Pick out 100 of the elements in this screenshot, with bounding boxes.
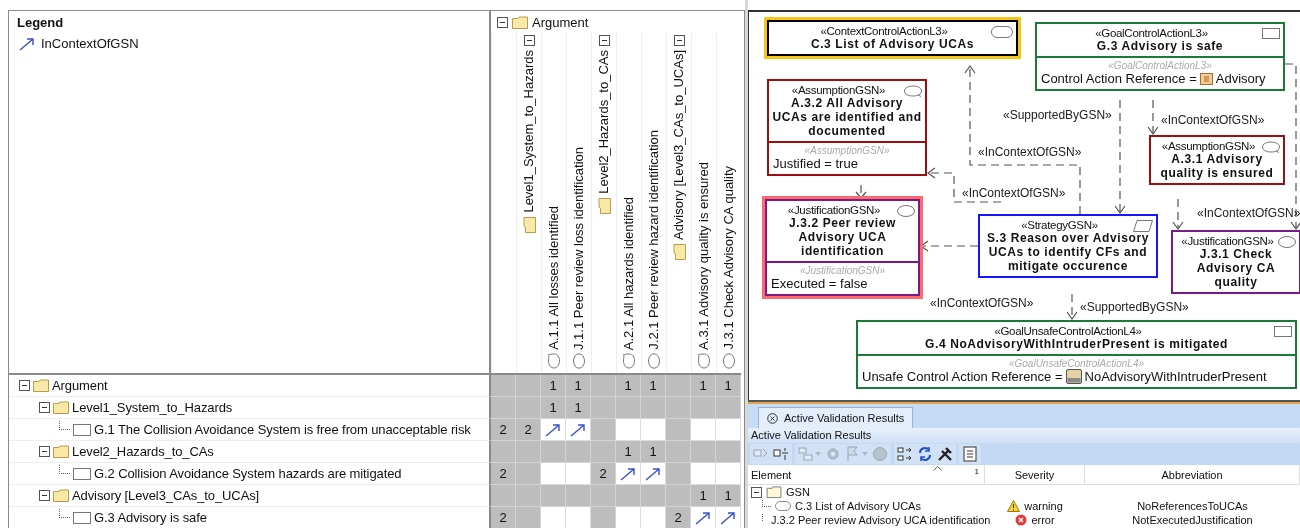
row-header: G.1 The Collision Avoidance System is free from unacceptable risk: [94, 422, 471, 437]
matrix-cell: 1: [716, 485, 741, 507]
gear-icon: [825, 446, 841, 463]
collapse-toggle[interactable]: [523, 35, 535, 46]
matrix-cell: 1: [691, 485, 716, 507]
connector-label: «InContextOfGSN»: [978, 145, 1082, 159]
column-header: J.3.1 Check Advisory CA quality: [721, 166, 737, 350]
node-stereotype: «JustificationGSN»: [786, 204, 882, 216]
matrix-cell: 1: [641, 441, 666, 463]
collapse-toggle[interactable]: [39, 490, 50, 501]
speech-bubble-icon: [1262, 141, 1280, 153]
ellipse-icon: [573, 353, 585, 369]
speech-bubble-icon: [698, 353, 710, 369]
diagonal-arrow-icon: [695, 510, 711, 525]
abbreviation-cell: NoReferencesToUCAs: [1137, 500, 1248, 513]
linked-boxes-icon: [798, 446, 814, 463]
toolbar-button[interactable]: [896, 445, 914, 464]
column-header[interactable]: Severity: [985, 465, 1085, 486]
column-header: A.1.1 All losses identified: [546, 206, 562, 350]
speech-bubble-icon: [548, 353, 560, 369]
collapse-toggle[interactable]: [751, 487, 762, 498]
node-stereotype: «GoalControlActionL3»: [1094, 27, 1209, 39]
dashed-connector: [1147, 99, 1159, 136]
speech-bubble-icon: [623, 353, 635, 369]
refresh-icon: [917, 446, 933, 463]
collapse-toggle[interactable]: [497, 16, 508, 28]
compartment-stereotype: «AssumptionGSN»: [803, 145, 891, 156]
diagram-node[interactable]: «AssumptionGSN» A.3.1 Advisory quality is ensured: [1149, 135, 1285, 185]
tree-item[interactable]: J.3.2 Peer review Advisory UCA identification: [771, 514, 991, 527]
collapse-toggle[interactable]: [19, 380, 30, 391]
severity-label: error: [1031, 514, 1055, 527]
legend-title: Legend: [17, 15, 65, 30]
column-header: Level1_System_to_Hazards: [521, 50, 537, 213]
folder-icon: [53, 401, 69, 414]
node-stereotype: «ContextControlActionL3»: [819, 25, 949, 37]
panel-title: Active Validation Results: [748, 428, 1300, 444]
matrix-cell: 1: [716, 375, 741, 397]
compartment-stereotype: «JustificationGSN»: [798, 265, 886, 276]
diagram-node[interactable]: «GoalUnsafeControlActionL4» G.4 NoAdvisoryWithIntruderPresent is mitigated «GoalUnsafeControlActionL4» Unsafe Control Action Reference = NoAdvisoryWithIntruderPresent: [856, 320, 1297, 389]
node-title: A.3.1 Advisory quality is ensured: [1159, 152, 1275, 180]
compartment-stereotype: «GoalUnsafeControlActionL4»: [1007, 358, 1146, 369]
ellipse-icon: [897, 205, 915, 217]
matrix-cell: 2: [491, 507, 516, 528]
rectangle-icon: [73, 467, 91, 480]
matrix-cell: 1: [541, 375, 566, 397]
diagram-node[interactable]: «JustificationGSN» J.3.2 Peer review Advisory UCA identification «JustificationGSN» Executed = false: [765, 199, 920, 296]
matrix-cell: 2: [491, 463, 516, 485]
node-title: J.3.2 Peer review Advisory UCA identification: [788, 216, 897, 258]
rectangle-icon: [73, 511, 91, 524]
property-value: Advisory: [1215, 71, 1266, 86]
column-header: J.2.1 Peer review hazard identification: [646, 130, 662, 350]
row-header: Advisory [Level3_CAs_to_UCAs]: [72, 488, 260, 503]
diagonal-arrow-icon: [645, 466, 661, 481]
column-header: Level2_Hazards_to_CAs: [596, 50, 612, 194]
node-stereotype: «AssumptionGSN»: [1160, 140, 1257, 152]
dashed-connector: [1172, 198, 1184, 231]
dashed-connector: [1066, 293, 1078, 321]
collapse-toggle[interactable]: [39, 446, 50, 457]
collapse-toggle[interactable]: [39, 402, 50, 413]
dropdown-caret-icon: [815, 452, 821, 457]
rounded-rectangle-icon: [991, 26, 1013, 38]
diagram-node[interactable]: «AssumptionGSN» A.3.2 All Advisory UCAs are identified and documented «AssumptionGSN» Justified = true: [767, 79, 927, 176]
connector-label: «InContextOfGSN»: [930, 296, 1034, 310]
dropdown-caret-icon: [862, 452, 868, 457]
sort-index: 1: [974, 467, 979, 477]
sort-caret-icon: [933, 466, 942, 472]
tree-item[interactable]: GSN: [786, 486, 810, 499]
node-title: G.4 NoAdvisoryWithIntruderPresent is mitigated: [924, 337, 1229, 351]
column-header[interactable]: Element: [751, 469, 792, 481]
matrix-cell: 1: [566, 397, 591, 419]
column-header[interactable]: Abbreviation: [1085, 465, 1300, 486]
diagonal-arrow-icon: [545, 422, 561, 437]
matrix-cell: 2: [666, 507, 691, 528]
matrix-cell: 2: [516, 419, 541, 441]
folder-icon: [597, 197, 611, 214]
diagram-node[interactable]: «StrategyGSN» S.3 Reason over Advisory UCAs to identify CFs and mitigate occurence: [978, 214, 1158, 278]
stop-icon: [872, 446, 888, 463]
parallelogram-icon: [1133, 220, 1153, 232]
diagram-node[interactable]: «JustificationGSN» J.3.1 Check Advisory CA quality: [1171, 230, 1300, 294]
column-header: J.1.1 Peer review loss identification: [571, 146, 587, 350]
matrix-cell: 1: [616, 441, 641, 463]
node-title: G.3 Advisory is safe: [1095, 39, 1225, 53]
collapse-toggle[interactable]: [673, 35, 685, 46]
row-header: Argument: [52, 378, 108, 393]
diagram-node[interactable]: «ContextControlActionL3» C.3 List of Advisory UCAs: [767, 20, 1018, 56]
tree-item[interactable]: C.3 List of Advisory UCAs: [795, 500, 921, 513]
row-header: G.3 Advisory is safe: [94, 510, 207, 525]
property-label: Unsafe Control Action Reference =: [862, 369, 1063, 384]
node-title: A.3.2 All Advisory UCAs are identified and documented: [772, 96, 922, 138]
diagram-node[interactable]: «GoalControlActionL3» G.3 Advisory is safe «GoalControlActionL3» Control Action Reference = Advisory: [1035, 22, 1285, 91]
diagonal-arrow-icon: [19, 36, 35, 51]
collapse-toggle[interactable]: [598, 35, 610, 46]
row-header: G.2 Collision Avoidance System hazards are mitigated: [94, 466, 402, 481]
folder-icon: [522, 216, 536, 233]
node-stereotype: «StrategyGSN»: [1020, 219, 1099, 231]
results-tab[interactable]: Active Validation Results: [758, 407, 914, 429]
matrix-cell: 1: [566, 375, 591, 397]
close-icon[interactable]: [767, 413, 778, 424]
diagonal-arrow-icon: [570, 422, 586, 437]
column-header: Advisory [Level3_CAs_to_UCAs]: [671, 50, 687, 241]
